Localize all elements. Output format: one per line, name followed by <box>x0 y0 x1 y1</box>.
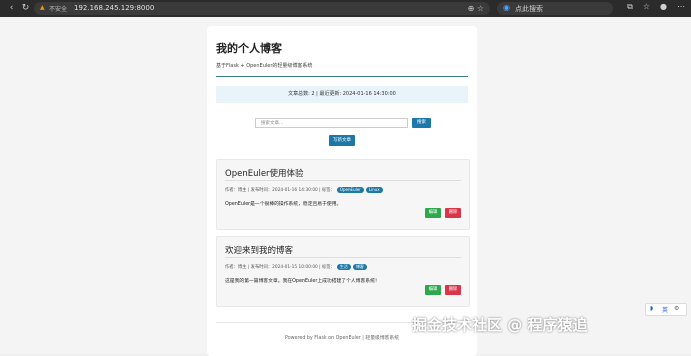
insecure-label: 不安全 <box>49 6 68 13</box>
delete-button[interactable]: 删除 <box>445 208 461 218</box>
reload-icon[interactable]: ↻ <box>20 3 31 14</box>
watermark: 掘金技术社区 @ 程序猿追 <box>412 316 588 334</box>
post-meta-text: 作者：博主 | 发布时间：2024-01-15 10:00:00 | 标签： <box>225 265 335 270</box>
extensions-icon[interactable]: ⧉ <box>627 2 633 12</box>
post-tag[interactable]: 博客 <box>352 264 367 270</box>
header-divider <box>216 76 468 77</box>
page-subtitle: 基于Flask + OpenEuler的轻量级博客系统 <box>216 63 313 69</box>
post-tag[interactable]: Linux <box>365 187 383 193</box>
zoom-icon[interactable]: ⊕ <box>468 4 475 13</box>
search-button[interactable]: 搜索 <box>412 118 431 128</box>
post-divider <box>225 257 461 258</box>
url-text: 192.168.245.129:8000 <box>74 4 155 12</box>
profile-icon[interactable]: ● <box>660 2 667 12</box>
address-bar[interactable]: ▲ 不安全 192.168.245.129:8000 ⊕ ☆ <box>34 2 490 15</box>
favorite-star-icon[interactable]: ☆ <box>477 4 484 13</box>
post-meta-text: 作者：博主 | 发布时间：2024-01-16 14:30:00 | 标签： <box>225 188 335 193</box>
page-title: 我的个人博客 <box>216 42 282 55</box>
url-tools: ⊕ ☆ <box>468 4 484 13</box>
footer-text: Powered by Flask on OpenEuler | 轻量级博客系统 <box>284 336 400 341</box>
ime-settings-icon: ⚙ <box>674 305 680 312</box>
search-input[interactable]: 搜索文章... <box>255 118 408 128</box>
post-title[interactable]: 欢迎来到我的博客 <box>225 244 293 256</box>
post-card: 欢迎来到我的博客 作者：博主 | 发布时间：2024-01-15 10:00:0… <box>216 236 470 307</box>
ime-label: 英 <box>662 307 669 314</box>
post-meta: 作者：博主 | 发布时间：2024-01-16 14:30:00 | 标签： O… <box>225 187 383 193</box>
browser-toolbar: ‹ ↻ ▲ 不安全 192.168.245.129:8000 ⊕ ☆ ◉ 点此搜… <box>0 0 691 17</box>
post-card: OpenEuler使用体验 作者：博主 | 发布时间：2024-01-16 14… <box>216 159 470 230</box>
post-title[interactable]: OpenEuler使用体验 <box>225 167 304 179</box>
collections-icon[interactable]: ☆ <box>643 2 650 12</box>
post-tag[interactable]: OpenEuler <box>336 187 364 193</box>
stats-bar: 文章总数: 2 | 最近更新: 2024-01-16 14:30:00 <box>216 86 468 103</box>
edit-button[interactable]: 编辑 <box>425 285 441 295</box>
post-tag[interactable]: 生活 <box>336 264 351 270</box>
warning-icon: ▲ <box>40 4 45 11</box>
browser-search-placeholder: 点此搜索 <box>515 5 543 13</box>
post-divider <box>225 180 461 181</box>
ime-indicator[interactable]: ◗ 英 ⚙ <box>645 303 687 316</box>
ime-logo-icon: ◗ <box>650 305 654 312</box>
page-body: 我的个人博客 基于Flask + OpenEuler的轻量级博客系统 文章总数:… <box>0 17 691 356</box>
delete-button[interactable]: 删除 <box>445 285 461 295</box>
post-meta: 作者：博主 | 发布时间：2024-01-15 10:00:00 | 标签： 生… <box>225 264 367 270</box>
menu-icon[interactable]: ⋯ <box>677 2 685 12</box>
blog-container: 我的个人博客 基于Flask + OpenEuler的轻量级博客系统 文章总数:… <box>207 26 477 356</box>
post-excerpt: OpenEuler是一个很棒的操作系统，稳定且易于使用。 <box>225 202 342 207</box>
browser-actions: ⧉ ☆ ● ⋯ <box>627 2 685 12</box>
edit-button[interactable]: 编辑 <box>425 208 441 218</box>
browser-search-box[interactable]: ◉ 点此搜索 <box>497 2 613 15</box>
back-icon[interactable]: ‹ <box>6 3 17 14</box>
post-excerpt: 这是我的第一篇博客文章。我在OpenEuler上成功搭建了个人博客系统！ <box>225 279 380 284</box>
new-post-button[interactable]: 写新文章 <box>329 135 355 146</box>
search-engine-icon: ◉ <box>503 3 510 12</box>
